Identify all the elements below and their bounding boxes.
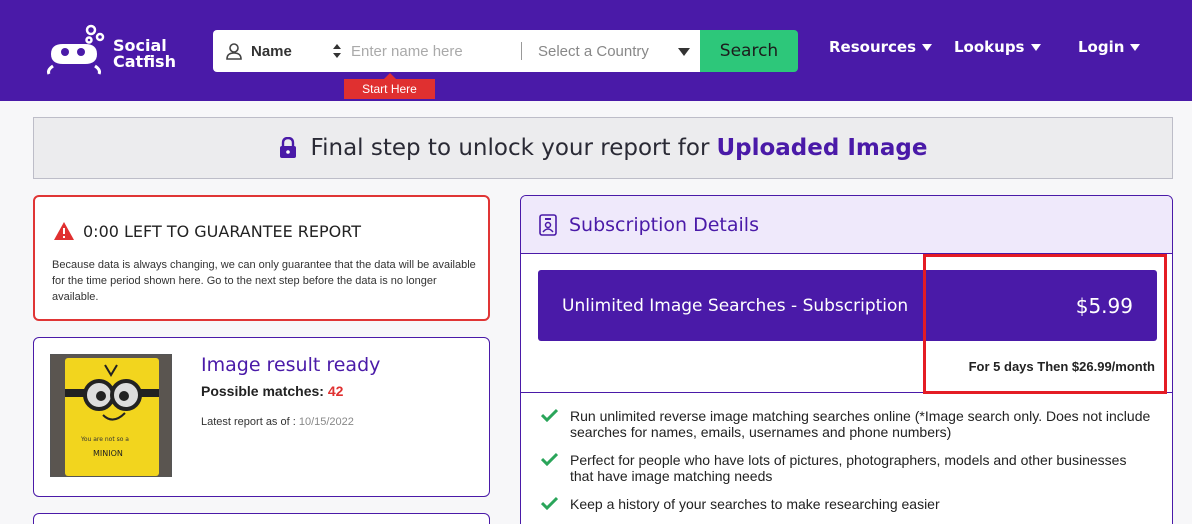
lock-icon: [279, 137, 296, 158]
possible-matches: Possible matches: 42: [201, 383, 343, 399]
start-here-tooltip: Start Here: [344, 73, 435, 99]
minion-image: You are not so a MINION: [51, 355, 171, 476]
chevron-down-icon[interactable]: [678, 48, 690, 56]
banner-text: Final step to unlock your report for: [310, 135, 710, 161]
matches-count: 42: [327, 383, 344, 399]
caret-down-icon: [1030, 43, 1041, 51]
feature-item: Run unlimited reverse image matching sea…: [541, 408, 1151, 440]
image-result-card: You are not so a MINION Image result rea…: [33, 337, 490, 497]
header: Social Catfish Name Select a Country Sea…: [0, 0, 1192, 101]
caret-down-icon: [1130, 43, 1141, 51]
id-badge-icon: [539, 213, 557, 236]
latest-date: 10/15/2022: [298, 416, 354, 428]
thumbnail-caption: MINION: [93, 449, 123, 458]
banner-highlight: Uploaded Image: [716, 135, 928, 161]
subscription-title: Subscription Details: [569, 213, 759, 236]
result-title: Image result ready: [201, 354, 381, 376]
nav-resources[interactable]: Resources: [829, 38, 933, 56]
search-button[interactable]: Search: [700, 30, 798, 72]
feature-item: Keep a history of your searches to make …: [541, 496, 1151, 512]
nav-lookups-label: Lookups: [954, 38, 1025, 56]
up-down-arrows-icon[interactable]: [332, 42, 342, 60]
feature-list: Run unlimited reverse image matching sea…: [541, 408, 1151, 524]
country-select[interactable]: Select a Country: [538, 30, 698, 72]
feature-text: Keep a history of your searches to make …: [570, 496, 940, 512]
name-search-input[interactable]: [351, 36, 516, 66]
search-bar: Name Select a Country: [213, 30, 701, 72]
uploaded-image-thumbnail[interactable]: You are not so a MINION: [50, 354, 172, 477]
logo-text: Social Catfish: [113, 38, 176, 70]
feature-text: Perfect for people who have lots of pict…: [570, 452, 1127, 484]
next-card: [33, 513, 490, 524]
search-type-select[interactable]: Name: [225, 30, 292, 72]
guarantee-body: Because data is always changing, we can …: [52, 259, 476, 303]
nav-resources-label: Resources: [829, 38, 917, 56]
search-divider: [521, 42, 522, 60]
latest-report: Latest report as of : 10/15/2022: [201, 416, 354, 428]
guarantee-title: 0:00 LEFT TO GUARANTEE REPORT: [83, 221, 361, 241]
guarantee-card: 0:00 LEFT TO GUARANTEE REPORT Because da…: [33, 195, 490, 321]
caret-down-icon: [922, 43, 933, 51]
checkmark-icon: [541, 408, 558, 422]
plan-name: Unlimited Image Searches - Subscription: [562, 295, 909, 316]
nav-lookups[interactable]: Lookups: [954, 38, 1041, 56]
social-catfish-logo[interactable]: Social Catfish: [45, 24, 180, 76]
checkmark-icon: [541, 496, 558, 510]
user-icon: [226, 43, 242, 60]
nav-login[interactable]: Login: [1078, 38, 1141, 56]
thumbnail-small-text: You are not so a: [80, 436, 129, 443]
logo-line-2: Catfish: [113, 52, 176, 71]
feature-text: Run unlimited reverse image matching sea…: [570, 408, 1151, 440]
matches-label: Possible matches:: [201, 383, 324, 399]
catfish-logo-icon: [47, 24, 105, 75]
checkmark-icon: [541, 452, 558, 466]
search-type-label: Name: [251, 42, 292, 60]
country-placeholder: Select a Country: [538, 42, 649, 60]
price-highlight-box: [923, 254, 1167, 394]
unlock-banner: Final step to unlock your report for Upl…: [33, 117, 1173, 179]
feature-item: Perfect for people who have lots of pict…: [541, 452, 1151, 484]
latest-label: Latest report as of :: [201, 416, 296, 428]
guarantee-header: 0:00 LEFT TO GUARANTEE REPORT: [53, 221, 361, 241]
nav-login-label: Login: [1078, 38, 1125, 56]
subscription-header: Subscription Details: [521, 196, 1172, 254]
warning-icon: [54, 222, 74, 240]
